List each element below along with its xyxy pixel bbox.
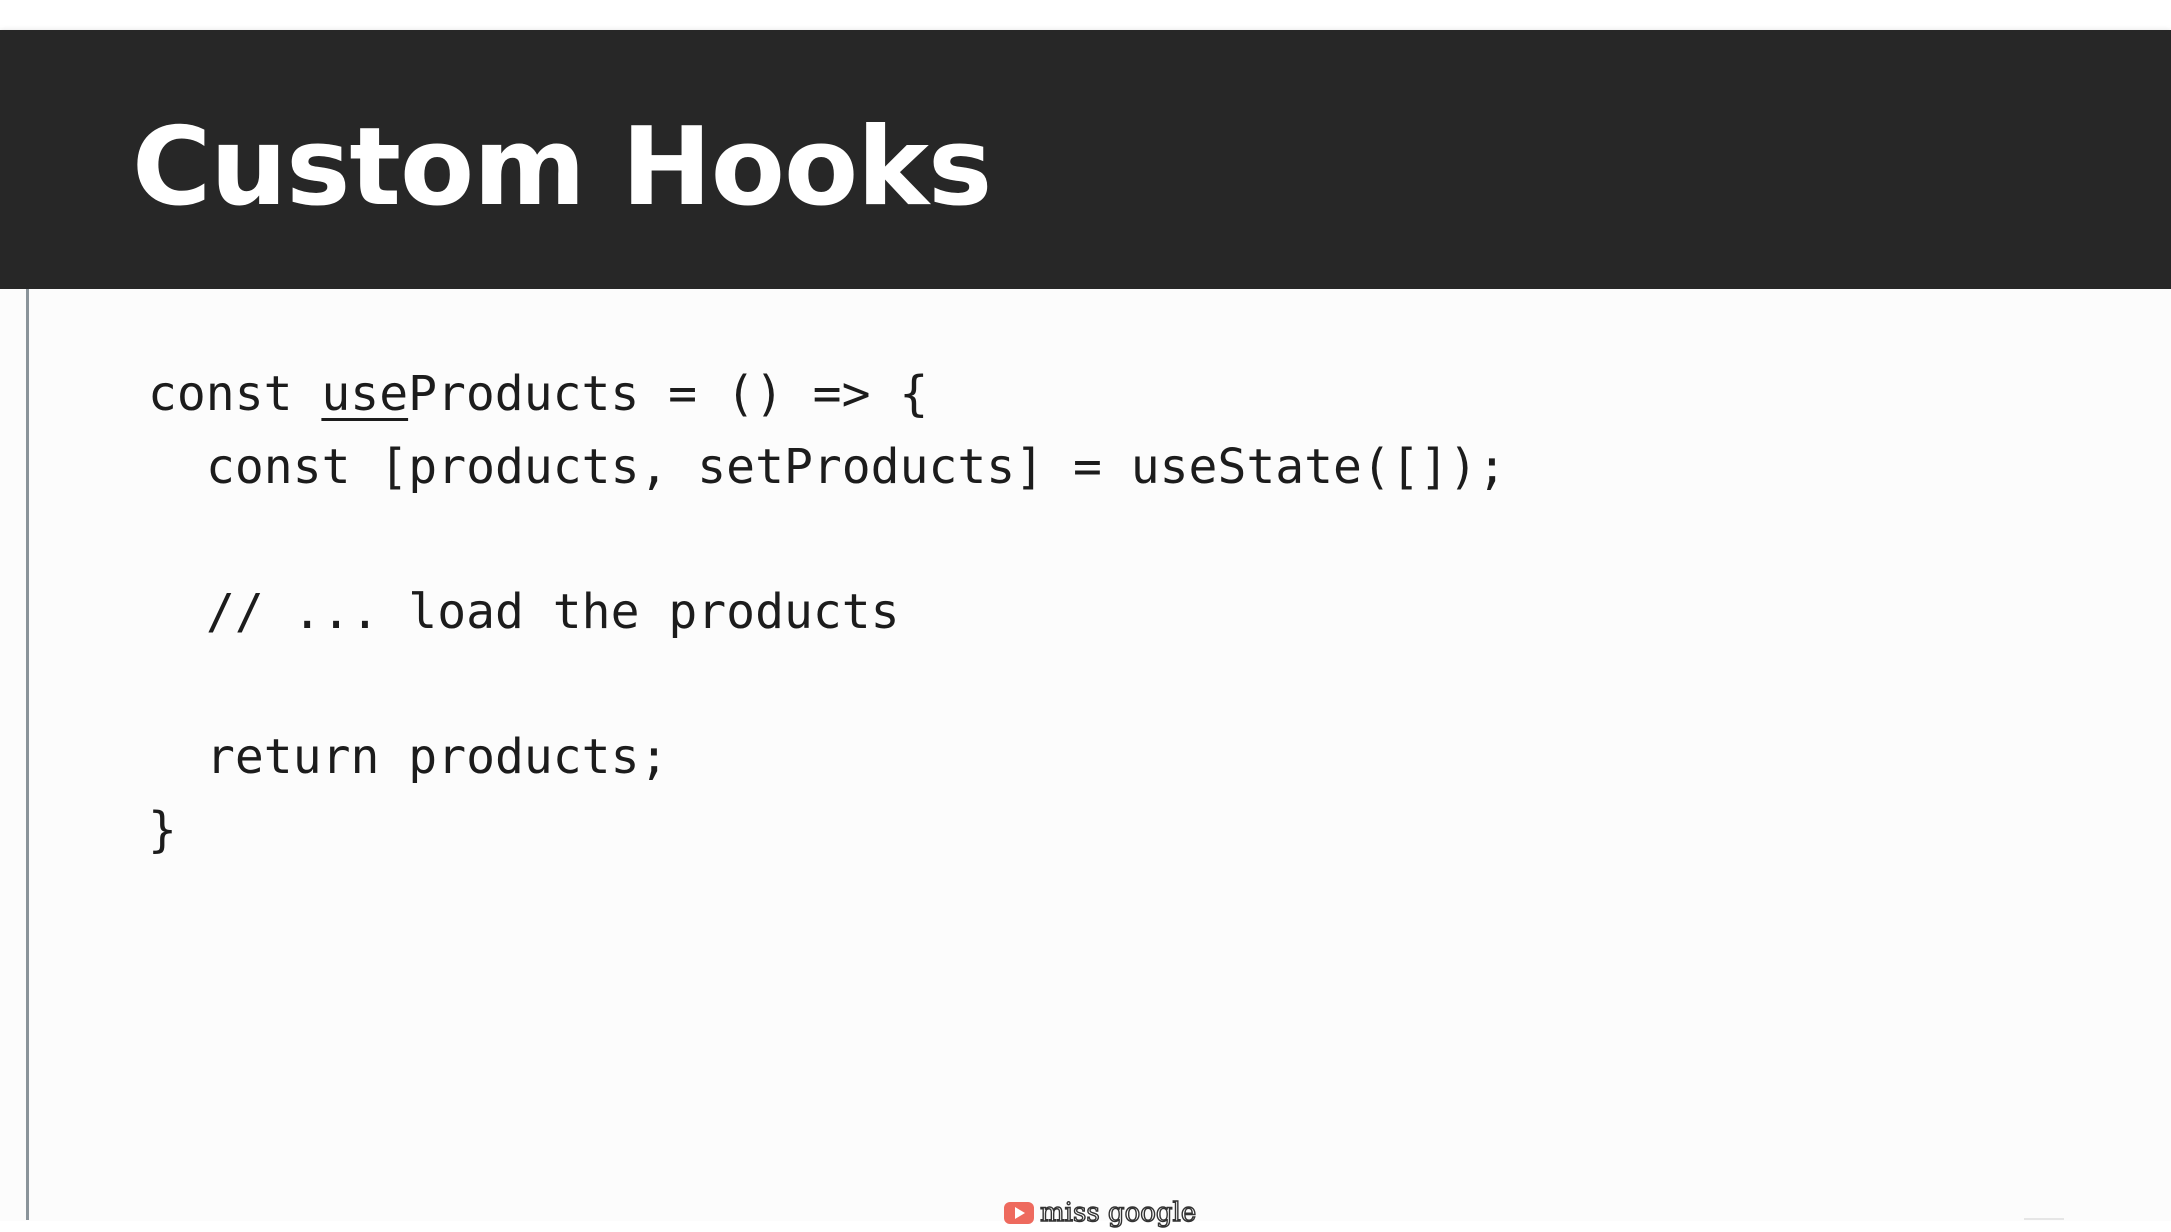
code-block: const useProducts = () => { const [produ… (148, 358, 1506, 866)
code-text-products-arrow: Products = () => { (408, 366, 929, 422)
code-line-4: // ... load the products (206, 583, 900, 640)
watermark-text: miss google (1039, 1198, 1197, 1228)
code-text-const: const (148, 366, 322, 422)
corner-divider (2024, 1218, 2064, 1220)
title-bar: Custom Hooks (0, 30, 2171, 289)
code-underlined-use: use (321, 366, 409, 422)
left-rule (26, 289, 29, 1220)
code-line-1: const useProducts = () => { (148, 358, 1506, 431)
code-line-2: const [products, setProducts] = useState… (206, 438, 1507, 495)
slide-title: Custom Hooks (132, 105, 992, 230)
top-strip (0, 0, 2171, 30)
code-line-6: return products; (206, 728, 669, 785)
code-line-7: } (148, 801, 177, 858)
channel-watermark: miss google (1004, 1197, 1197, 1229)
youtube-icon (1004, 1202, 1034, 1224)
slide: Custom Hooks const useProducts = () => {… (0, 0, 2171, 1232)
